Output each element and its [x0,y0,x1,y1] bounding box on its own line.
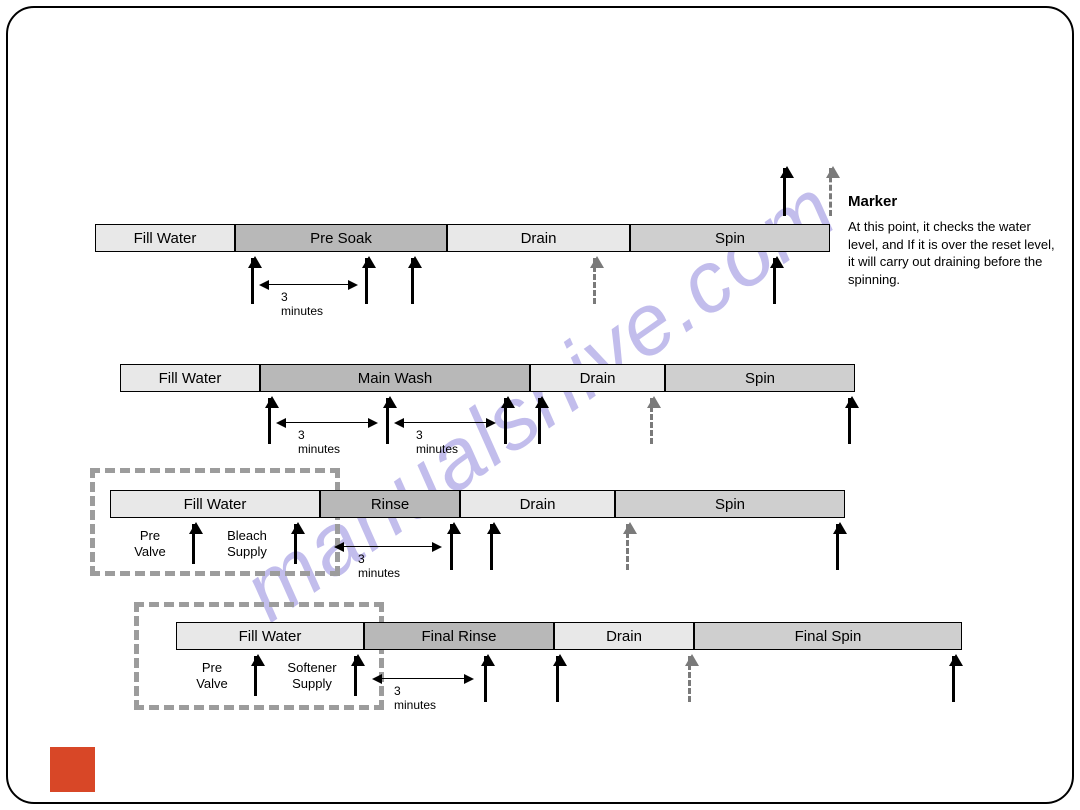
arrow-r3-pv [192,524,195,564]
arrow-r3-bl [294,524,297,564]
orange-corner-tab [50,747,95,792]
seg-fill-water-3: Fill Water [110,490,320,518]
lab-r2-3min-1: 3 minutes [298,428,340,456]
arrow-r1-dash [593,258,596,304]
arrow-r2-c [504,398,507,444]
span-r2-1 [278,422,376,423]
seg-drain-3: Drain [460,490,615,518]
marker-note: Marker At this point, it checks the wate… [848,192,1058,288]
arrow-r1-b [365,258,368,304]
arrow-r2-a [268,398,271,444]
seg-final-spin: Final Spin [694,622,962,650]
bar-finalrinse: Fill Water Final Rinse Drain Final Spin [176,622,962,650]
arrow-r2-e [848,398,851,444]
arrow-r4-sf [354,656,357,696]
marker-title: Marker [848,192,1058,212]
arrow-r3-dash [626,524,629,570]
sublab-pre-valve-1: Pre Valve [120,528,180,559]
arrow-r4-c [952,656,955,702]
span-r3 [336,546,440,547]
arrow-r3-b [490,524,493,570]
seg-rinse: Rinse [320,490,460,518]
span-r2-2 [396,422,494,423]
arrow-r2-b [386,398,389,444]
seg-main-wash: Main Wash [260,364,530,392]
arrow-r4-a [484,656,487,702]
arrow-r4-b [556,656,559,702]
seg-fill-water: Fill Water [95,224,235,252]
sublab-softener: Softener Supply [272,660,352,691]
arrow-r2-dash [650,398,653,444]
span-r1 [261,284,356,285]
arrow-r1-d [773,258,776,304]
arrow-r1-a [251,258,254,304]
seg-drain-2: Drain [530,364,665,392]
arrow-r1-top-solid [783,168,786,216]
lab-r3-3min: 3 minutes [358,552,400,580]
bar-rinse: Fill Water Rinse Drain Spin [110,490,845,518]
seg-fill-water-2: Fill Water [120,364,260,392]
lab-r4-3min: 3 minutes [394,684,436,712]
arrow-r4-dash [688,656,691,702]
arrow-r2-d [538,398,541,444]
arrow-r3-a [450,524,453,570]
sublab-bleach: Bleach Supply [212,528,282,559]
seg-spin-3: Spin [615,490,845,518]
seg-drain: Drain [447,224,630,252]
bar-presoak: Fill Water Pre Soak Drain Spin [95,224,830,252]
lab-r1-3min: 3 minutes [281,290,323,318]
bar-mainwash: Fill Water Main Wash Drain Spin [120,364,855,392]
arrow-r4-pv [254,656,257,696]
seg-drain-4: Drain [554,622,694,650]
seg-spin-2: Spin [665,364,855,392]
seg-fill-water-4: Fill Water [176,622,364,650]
arrow-r1-c [411,258,414,304]
marker-body: At this point, it checks the water level… [848,218,1058,288]
span-r4 [374,678,472,679]
arrow-r1-top-dash [829,168,832,216]
lab-r2-3min-2: 3 minutes [416,428,458,456]
sublab-pre-valve-2: Pre Valve [182,660,242,691]
arrow-r3-c [836,524,839,570]
seg-pre-soak: Pre Soak [235,224,447,252]
seg-final-rinse: Final Rinse [364,622,554,650]
seg-spin: Spin [630,224,830,252]
